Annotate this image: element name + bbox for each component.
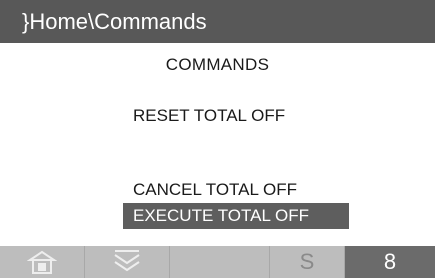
home-icon bbox=[27, 250, 57, 274]
bottom-toolbar: S 8 bbox=[0, 246, 435, 278]
page-title: COMMANDS bbox=[165, 55, 270, 74]
empty-softkey[interactable] bbox=[170, 246, 270, 278]
title-bar: }Home\Commands bbox=[0, 0, 435, 43]
s-key-label: S bbox=[299, 249, 315, 274]
page-number: 8 bbox=[345, 246, 435, 278]
s-softkey[interactable]: S bbox=[270, 246, 345, 278]
home-button[interactable] bbox=[0, 246, 85, 278]
command-execute-total-off[interactable]: EXECUTE TOTAL OFF bbox=[123, 203, 349, 229]
breadcrumb-path: }Home\Commands bbox=[22, 9, 207, 34]
command-reset-total-off[interactable]: RESET TOTAL OFF bbox=[133, 106, 285, 126]
page-number-label: 8 bbox=[383, 249, 397, 274]
scroll-down-button[interactable] bbox=[85, 246, 170, 278]
command-cancel-total-off[interactable]: CANCEL TOTAL OFF bbox=[133, 180, 297, 200]
chevron-down-double-icon bbox=[112, 249, 142, 275]
